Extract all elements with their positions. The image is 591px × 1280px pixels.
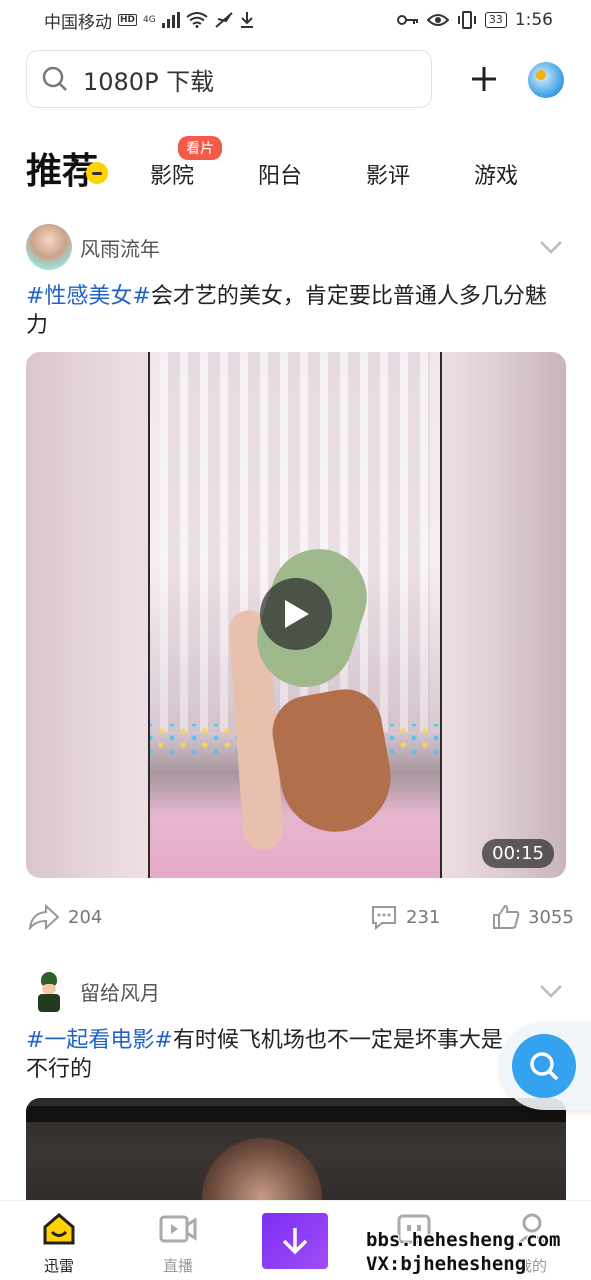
video-player[interactable]: 00:15: [26, 352, 566, 878]
status-bar: 中国移动 HD 4G 33 1:56: [0, 0, 591, 40]
post-text[interactable]: #性感美女#会才艺的美女，肯定要比普通人多几分魅力: [26, 282, 566, 340]
search-icon: [42, 66, 67, 91]
feed-post: 风雨流年 #性感美女#会才艺的美女，肯定要比普通人多几分魅力 00:15 204…: [26, 224, 574, 942]
chevron-down-icon: [540, 985, 562, 998]
avatar-soldier-face: [42, 984, 56, 994]
live-video-icon: [159, 1215, 197, 1243]
search-box[interactable]: [26, 50, 432, 108]
avatar[interactable]: [26, 224, 72, 270]
nav-item-live[interactable]: 直播: [138, 1211, 218, 1276]
carrier-label: 中国移动: [44, 12, 112, 33]
clock: 1:56: [514, 10, 553, 30]
network-type: 4G: [143, 15, 156, 25]
watermark-line: bbs.hehesheng.com: [366, 1229, 561, 1251]
hashtag-link[interactable]: #一起看电影#: [26, 1028, 173, 1053]
comment-count: 231: [406, 906, 441, 928]
signal-icon: [161, 12, 180, 28]
search-icon: [530, 1052, 559, 1081]
post-actions: 204 231 3055: [26, 896, 574, 942]
comment-icon: [372, 906, 396, 930]
play-icon: [285, 600, 309, 628]
comment-button[interactable]: 231: [370, 904, 440, 930]
hd-indicator: HD: [118, 14, 138, 26]
tab-games[interactable]: 游戏: [474, 158, 518, 190]
search-row: [26, 50, 566, 108]
tab-reviews[interactable]: 影评: [366, 158, 410, 190]
plus-icon: [472, 67, 496, 91]
key-icon: [396, 15, 418, 25]
avatar[interactable]: [26, 968, 72, 1014]
watermark-line: VX:bjhehesheng: [366, 1253, 527, 1275]
share-icon: [28, 904, 60, 930]
nav-item-home[interactable]: 迅雷: [19, 1211, 99, 1276]
hashtag-link[interactable]: #性感美女#: [26, 284, 151, 309]
feed-post: 留给风月 #一起看电影#有时候飞机场也不一定是坏事大是不行的: [26, 968, 566, 1238]
category-tabs: 推荐 影院 看片 阳台 影评 游戏: [0, 132, 591, 192]
avatar-soldier-body: [38, 994, 60, 1012]
floating-search[interactable]: [500, 1022, 591, 1110]
eye-icon: [426, 14, 449, 26]
share-count: 204: [68, 906, 103, 928]
add-button[interactable]: [464, 59, 504, 99]
nav-label: 迅雷: [43, 1257, 74, 1275]
post-menu-button[interactable]: [536, 232, 566, 262]
post-header: 留给风月: [26, 968, 566, 1014]
battery-indicator: 33: [484, 12, 507, 28]
video-strip: [26, 1106, 566, 1122]
post-text[interactable]: #一起看电影#有时候飞机场也不一定是坏事大是不行的: [26, 1026, 506, 1084]
nav-label: 直播: [162, 1257, 193, 1275]
airplane-off-icon: [215, 12, 233, 28]
like-count: 3055: [528, 906, 574, 928]
play-button[interactable]: [260, 578, 332, 650]
app-entry-icon[interactable]: [528, 62, 564, 98]
floating-search-button[interactable]: [512, 1034, 576, 1098]
watermark: bbs.hehesheng.com VX:bjhehesheng: [366, 1228, 560, 1276]
tab-balcony[interactable]: 阳台: [258, 158, 302, 190]
xunlei-home-icon: [43, 1213, 75, 1245]
video-duration: 00:15: [482, 839, 554, 868]
username[interactable]: 风雨流年: [80, 233, 160, 262]
search-input[interactable]: [83, 65, 383, 93]
like-button[interactable]: 3055: [492, 904, 574, 930]
share-button[interactable]: 204: [28, 904, 102, 930]
vibrate-icon: [457, 11, 476, 29]
download-arrow-icon: [282, 1228, 308, 1255]
tab-cinema[interactable]: 影院: [150, 158, 194, 190]
wifi-icon: [186, 12, 208, 28]
active-tab-indicator: [86, 162, 108, 184]
username[interactable]: 留给风月: [80, 977, 160, 1006]
post-menu-button[interactable]: [536, 976, 566, 1006]
tab-cinema-badge: 看片: [178, 136, 222, 160]
post-header: 风雨流年: [26, 224, 566, 270]
download-status-icon: [240, 12, 253, 28]
download-button[interactable]: [262, 1213, 328, 1269]
thumbs-up-icon: [493, 904, 520, 929]
chevron-down-icon: [540, 241, 562, 254]
